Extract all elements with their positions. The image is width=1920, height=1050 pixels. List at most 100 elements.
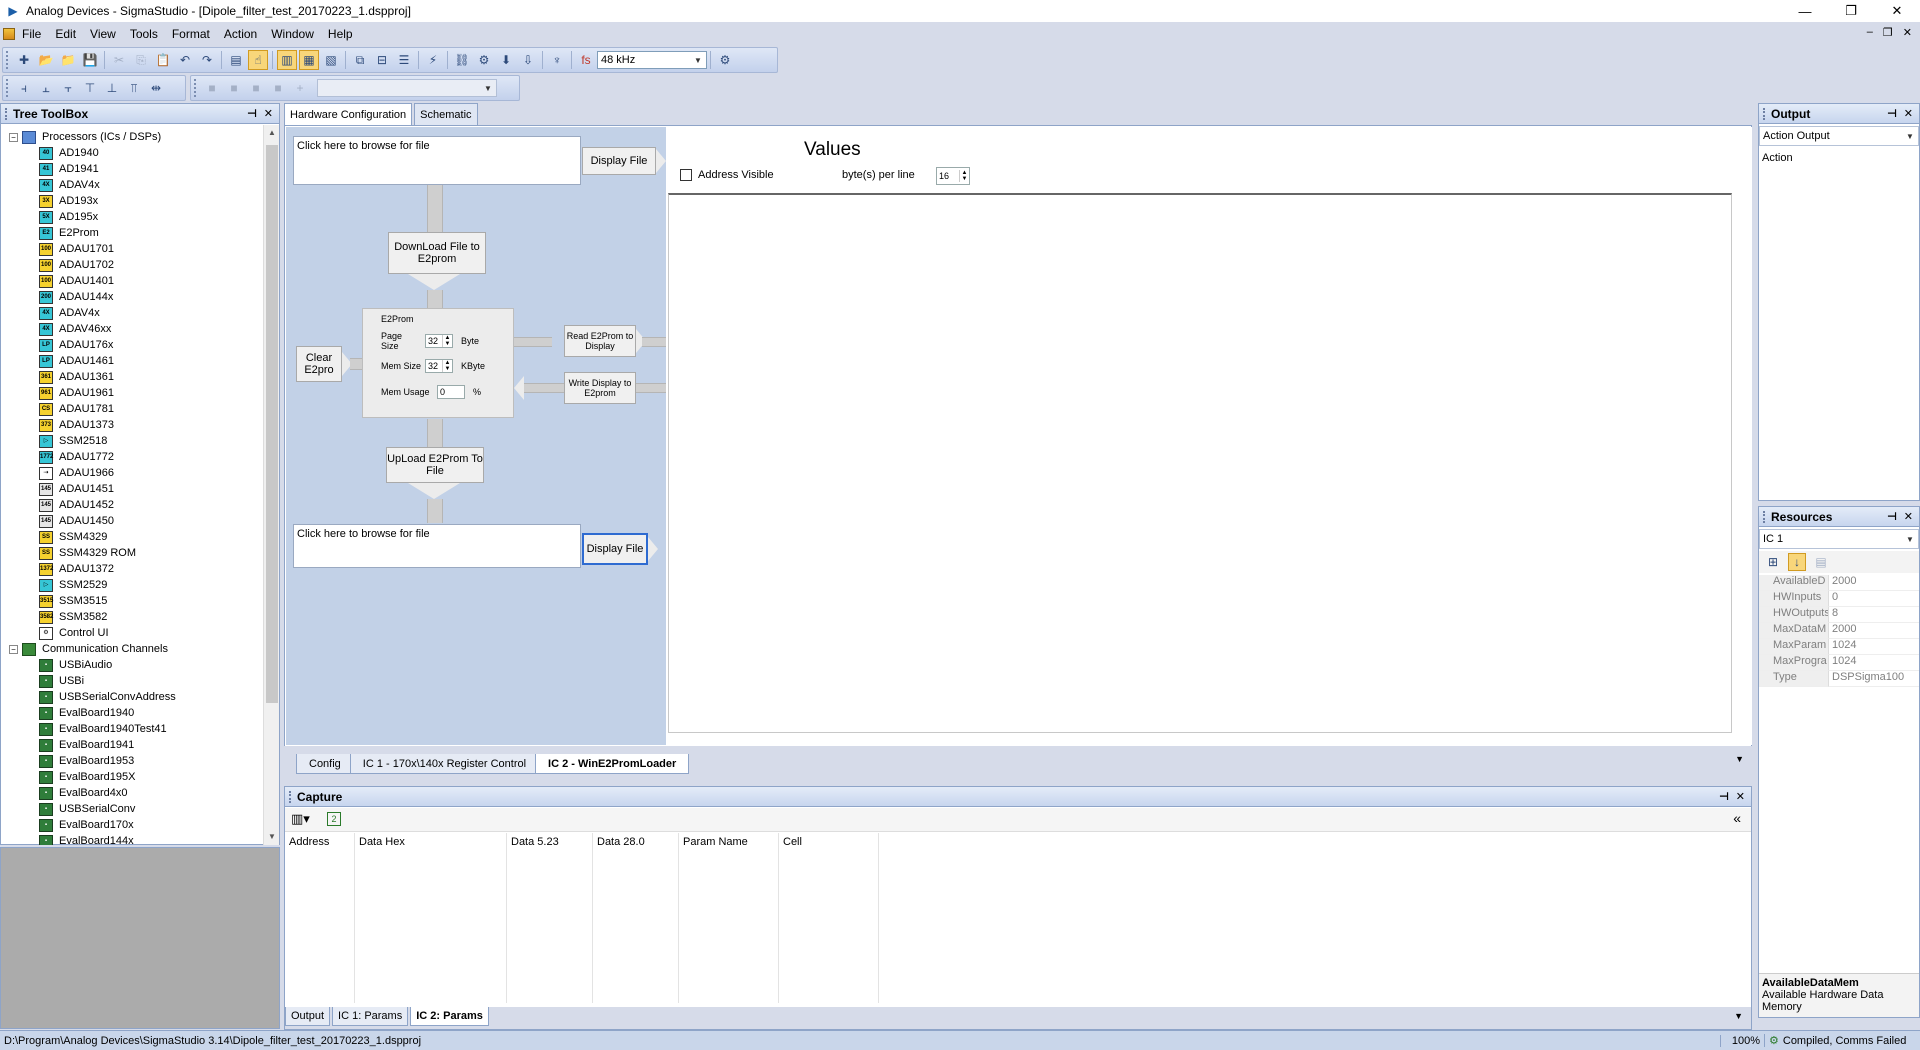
spin-arrows-icon[interactable]: ▲ ▼	[442, 335, 452, 347]
toolbar-grip[interactable]	[6, 51, 10, 69]
spin-arrows-icon[interactable]: ▲ ▼	[959, 170, 969, 182]
align-left-icon[interactable]: ⫞	[14, 78, 34, 98]
minimize-button[interactable]: —	[1782, 0, 1828, 22]
tree-item-processor[interactable]: ⚙ Control UI	[9, 625, 279, 641]
cut-icon[interactable]: ✂	[109, 50, 129, 70]
tree-item-processor[interactable]: 361 ADAU1361	[9, 369, 279, 385]
tree-item-processor[interactable]: 3582 SSM3582	[9, 609, 279, 625]
tree-item-channel[interactable]: ▪ USBSerialConvAddress	[9, 689, 279, 705]
scroll-up-icon[interactable]: ▲	[264, 125, 279, 141]
collapse-toggle-icon[interactable]: −	[9, 132, 18, 142]
menu-tools[interactable]: Tools	[123, 27, 165, 41]
tree-item-processor[interactable]: 100 ADAU1701	[9, 241, 279, 257]
tab-schematic[interactable]: Schematic	[414, 103, 478, 125]
mem-size-spinner[interactable]: 32 ▲ ▼	[425, 359, 453, 373]
space-evenly-icon[interactable]: ⇹	[146, 78, 166, 98]
close-icon[interactable]: ✕	[1904, 510, 1913, 523]
menu-file[interactable]: File	[15, 27, 48, 41]
property-row[interactable]: MaxParam 1024	[1759, 639, 1919, 655]
mdi-minimize-button[interactable]: –	[1867, 26, 1873, 39]
open-icon[interactable]: 📂	[36, 50, 56, 70]
tab-ic1-register-control[interactable]: IC 1 - 170x\140x Register Control	[349, 754, 540, 774]
tab-output[interactable]: Output	[285, 1007, 331, 1026]
download-to-e2prom-button[interactable]: DownLoad File to E2prom	[388, 232, 486, 274]
undo-icon[interactable]: ↶	[175, 50, 195, 70]
tree-item-channel[interactable]: ▪ EvalBoard1940Test41	[9, 721, 279, 737]
spin-arrows-icon[interactable]: ▲ ▼	[442, 360, 452, 372]
bold-icon[interactable]: ■	[202, 78, 222, 98]
tree-item-processor[interactable]: ▷ SSM2529	[9, 577, 279, 593]
new-project-icon[interactable]: ✚	[14, 50, 34, 70]
tree-item-channel[interactable]: ▪ EvalBoard144x	[9, 833, 279, 845]
close-window-button[interactable]: ✕	[1874, 0, 1920, 22]
property-row[interactable]: HWInputs 0	[1759, 591, 1919, 607]
clear-e2prom-button[interactable]: Clear E2pro	[296, 346, 342, 382]
menu-view[interactable]: View	[83, 27, 123, 41]
output-source-select[interactable]: Action Output ▼	[1759, 126, 1919, 146]
tree-item-processor[interactable]: 5X AD195x	[9, 209, 279, 225]
tree-item-channel[interactable]: ▪ USBiAudio	[9, 657, 279, 673]
toolbar-grip[interactable]	[194, 79, 198, 97]
page-size-spinner[interactable]: 32 ▲ ▼	[425, 334, 453, 348]
menu-action[interactable]: Action	[217, 27, 264, 41]
refresh-icon[interactable]: 2	[327, 812, 341, 826]
tree-item-channel[interactable]: ▪ EvalBoard1940	[9, 705, 279, 721]
display-file-bottom-button[interactable]: Display File	[582, 533, 648, 565]
pin-icon[interactable]: ⊣	[1719, 790, 1729, 803]
tree-item-processor[interactable]: 4X ADAV4x	[9, 177, 279, 193]
tab-config[interactable]: Config	[296, 754, 354, 774]
values-grid[interactable]	[668, 193, 1732, 733]
compile-icon[interactable]: ⚙	[474, 50, 494, 70]
collapse-toggle-icon[interactable]: −	[9, 644, 18, 654]
write-e2prom-button[interactable]: Write Display to E2prom	[564, 372, 636, 404]
tree-item-processor[interactable]: 1372 ADAU1372	[9, 561, 279, 577]
tree-item-processor[interactable]: 145 ADAU1452	[9, 497, 279, 513]
sample-rate-select[interactable]: 48 kHz ▼	[597, 51, 707, 69]
browse-file-top[interactable]: Click here to browse for file	[293, 136, 581, 185]
tree-item-processor[interactable]: SS SSM4329 ROM	[9, 545, 279, 561]
align-right-icon[interactable]: ⫟	[58, 78, 78, 98]
tree-category-processors[interactable]: − Processors (ICs / DSPs)	[9, 129, 279, 145]
property-row[interactable]: AvailableD 2000	[1759, 575, 1919, 591]
menu-edit[interactable]: Edit	[48, 27, 83, 41]
column-address[interactable]: Address	[285, 833, 355, 1003]
toolbar-grip[interactable]	[6, 79, 10, 97]
property-row[interactable]: MaxDataM 2000	[1759, 623, 1919, 639]
view-schematic-icon[interactable]: ▦	[299, 50, 319, 70]
tab-ic2-e2promloader[interactable]: IC 2 - WinE2PromLoader	[535, 754, 690, 774]
underline-icon[interactable]: ■	[246, 78, 266, 98]
tree-item-channel[interactable]: ▪ EvalBoard170x	[9, 817, 279, 833]
tree-item-processor[interactable]: ▷ SSM2518	[9, 433, 279, 449]
align-icon[interactable]: ⧉	[350, 50, 370, 70]
color-icon[interactable]: ■	[268, 78, 288, 98]
close-icon[interactable]: ✕	[264, 107, 273, 120]
tree-item-processor[interactable]: 40 AD1940	[9, 145, 279, 161]
link-icon[interactable]: ⛓	[452, 50, 472, 70]
tree-item-processor[interactable]: 1772 ADAU1772	[9, 449, 279, 465]
stack-icon[interactable]: ☰	[394, 50, 414, 70]
property-pages-icon[interactable]: ▤	[1812, 553, 1830, 571]
tab-ic2-params[interactable]: IC 2: Params	[410, 1007, 489, 1026]
tree-item-processor[interactable]: 3515 SSM3515	[9, 593, 279, 609]
mdi-close-button[interactable]: ✕	[1903, 26, 1912, 39]
tab-hardware-configuration[interactable]: Hardware Configuration	[284, 103, 413, 125]
categorized-icon[interactable]: ⊞	[1764, 553, 1782, 571]
document-icon[interactable]	[3, 28, 15, 40]
restore-button[interactable]: ❐	[1828, 0, 1874, 22]
open-recent-icon[interactable]: 📁	[58, 50, 78, 70]
copy-icon[interactable]: ⎘	[131, 50, 151, 70]
tree-item-processor[interactable]: 373 ADAU1373	[9, 417, 279, 433]
tree-item-channel[interactable]: ▪ EvalBoard4x0	[9, 785, 279, 801]
address-visible-checkbox[interactable]: Address Visible	[680, 169, 774, 181]
tree-item-channel[interactable]: ▪ EvalBoard1941	[9, 737, 279, 753]
column-cell[interactable]: Cell	[779, 833, 879, 1003]
tree-item-processor[interactable]: LP ADAU1461	[9, 353, 279, 369]
menu-format[interactable]: Format	[165, 27, 217, 41]
align-bottom-icon[interactable]: ⫪	[124, 78, 144, 98]
tree-category-channels[interactable]: − Communication Channels	[9, 641, 279, 657]
column-param-name[interactable]: Param Name	[679, 833, 779, 1003]
tree-item-processor[interactable]: 145 ADAU1450	[9, 513, 279, 529]
close-icon[interactable]: ✕	[1736, 790, 1745, 803]
upload-e2prom-button[interactable]: UpLoad E2Prom To File	[386, 447, 484, 483]
tree-item-processor[interactable]: 145 ADAU1451	[9, 481, 279, 497]
